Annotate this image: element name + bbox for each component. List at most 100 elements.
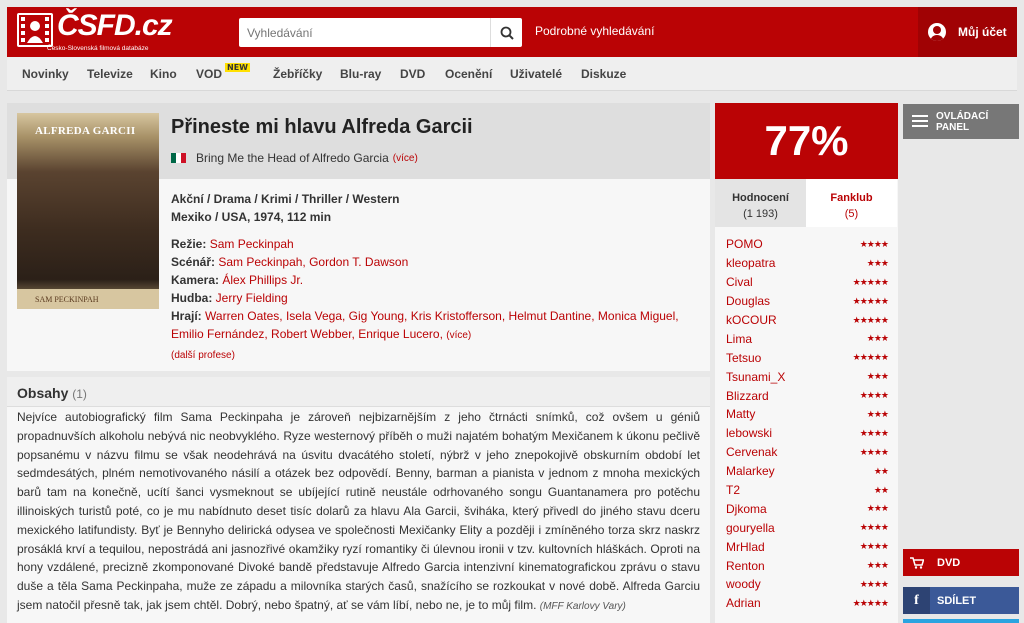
user-name[interactable]: Renton [726, 559, 765, 573]
tab-fanclub[interactable]: Fanklub (5) [806, 179, 897, 227]
star-rating-icon: ★★★★ [859, 238, 889, 249]
cast-more-link[interactable]: (více) [446, 330, 471, 341]
user-rating-row: lebowski ★★★★ [726, 424, 889, 443]
user-name[interactable]: Cervenak [726, 445, 777, 459]
nav-item-kino[interactable]: Kino [150, 67, 177, 81]
plot-body: Nejvíce autobiografický film Sama Peckin… [17, 410, 700, 612]
film-poster[interactable]: ALFREDA GARCII SAM PECKINPAH [17, 113, 159, 309]
mexico-flag-icon [171, 153, 186, 163]
nav-item-vod[interactable]: VOD [196, 67, 222, 81]
crew-writing-value[interactable]: Sam Peckinpah, Gordon T. Dawson [218, 255, 408, 269]
user-rating-row: Cival ★★★★★ [726, 273, 889, 292]
search-icon [500, 26, 514, 40]
tab-fanclub-count: (5) [844, 208, 859, 220]
twitter-button[interactable] [903, 619, 1019, 623]
crew-music-label: Hudba: [171, 291, 213, 305]
crew-music-value[interactable]: Jerry Fielding [216, 291, 288, 305]
user-rating-row: T2 ★★ [726, 481, 889, 500]
star-rating-icon: ★★★★ [859, 522, 889, 533]
user-rating-row: Malarkey ★★ [726, 462, 889, 481]
user-name[interactable]: Lima [726, 332, 752, 346]
star-rating-icon: ★★★ [866, 333, 889, 344]
cart-icon [903, 549, 930, 576]
more-professions-link[interactable]: (další profese) [171, 350, 235, 361]
site-header: ČSFD.cz Česko-Slovenská filmová databáze… [7, 7, 1017, 57]
crew-cast-label: Hrají: [171, 309, 202, 323]
user-rating-row: Blizzard ★★★★ [726, 386, 889, 405]
star-rating-icon: ★★★ [866, 560, 889, 571]
nav-item-uzivatele[interactable]: Uživatelé [510, 67, 562, 81]
film-crew: Režie: Sam Peckinpah Scénář: Sam Peckinp… [171, 235, 701, 365]
panel-label-1: OVLÁDACÍ [936, 111, 989, 122]
film-genres: Akční / Drama / Krimi / Thriller / Weste… [171, 192, 400, 206]
titles-more-link[interactable]: (více) [393, 153, 418, 164]
user-name[interactable]: Cival [726, 275, 753, 289]
search-input[interactable] [239, 18, 489, 47]
user-rating-row: Renton ★★★ [726, 556, 889, 575]
crew-writing: Scénář: Sam Peckinpah, Gordon T. Dawson [171, 253, 701, 271]
user-rating-row: gouryella ★★★★ [726, 518, 889, 537]
user-rating-row: woody ★★★★ [726, 575, 889, 594]
star-rating-icon: ★★★★★ [852, 352, 889, 363]
tab-ratings[interactable]: Hodnocení (1 193) [715, 179, 806, 227]
user-rating-row: MrHlad ★★★★ [726, 537, 889, 556]
tab-ratings-label: Hodnocení [732, 192, 789, 204]
user-name[interactable]: POMO [726, 237, 763, 251]
user-name[interactable]: lebowski [726, 426, 772, 440]
user-rating-row: Douglas ★★★★★ [726, 292, 889, 311]
plot-source[interactable]: (MFF Karlovy Vary) [540, 601, 626, 612]
user-name[interactable]: Adrian [726, 596, 761, 610]
user-name[interactable]: MrHlad [726, 540, 765, 554]
tab-fanclub-label: Fanklub [830, 192, 873, 204]
user-name[interactable]: Blizzard [726, 389, 769, 403]
nav-item-zebricky[interactable]: Žebříčky [273, 67, 322, 81]
control-panel-button[interactable]: OVLÁDACÍ PANEL [903, 104, 1019, 139]
nav-item-oceneni[interactable]: Ocenění [445, 67, 492, 81]
user-rating-row: kOCOUR ★★★★★ [726, 311, 889, 330]
share-label: SDÍLET [937, 594, 977, 607]
crew-cast: Hrají: Warren Oates, Isela Vega, Gig You… [171, 307, 701, 345]
tab-ratings-count: (1 193) [743, 208, 778, 220]
user-name[interactable]: T2 [726, 483, 740, 497]
account-button[interactable]: Můj účet [918, 7, 1017, 57]
crew-camera: Kamera: Álex Phillips Jr. [171, 271, 701, 289]
user-name[interactable]: kOCOUR [726, 313, 777, 327]
dvd-label: DVD [937, 556, 961, 569]
star-rating-icon: ★★★★ [859, 446, 889, 457]
plots-count: (1) [72, 387, 87, 401]
logo-subtitle: Česko-Slovenská filmová databáze [47, 45, 149, 52]
user-name[interactable]: woody [726, 577, 761, 591]
crew-directing-value[interactable]: Sam Peckinpah [210, 237, 294, 251]
user-name[interactable]: Djkoma [726, 502, 767, 516]
user-name[interactable]: Tetsuo [726, 351, 761, 365]
advanced-search-link[interactable]: Podrobné vyhledávání [535, 24, 654, 38]
user-name[interactable]: Matty [726, 407, 755, 421]
user-name[interactable]: Douglas [726, 294, 770, 308]
user-name[interactable]: kleopatra [726, 256, 775, 270]
film-origin: Mexiko / USA, 1974, 112 min [171, 210, 332, 224]
plots-section: Obsahy (1) Nejvíce autobiografický film … [7, 377, 710, 623]
site-logo[interactable]: ČSFD.cz Česko-Slovenská filmová databáze [17, 9, 187, 55]
user-name[interactable]: Malarkey [726, 464, 775, 478]
film-card: ALFREDA GARCII SAM PECKINPAH Přineste mi… [7, 103, 710, 371]
star-rating-icon: ★★★★★ [852, 295, 889, 306]
crew-camera-value[interactable]: Álex Phillips Jr. [222, 273, 303, 287]
account-label: Můj účet [958, 25, 1007, 39]
star-rating-icon: ★★ [873, 484, 889, 495]
star-rating-icon: ★★★ [866, 257, 889, 268]
crew-cast-value[interactable]: Warren Oates, Isela Vega, Gig Young, Kri… [171, 309, 679, 341]
star-rating-icon: ★★★★ [859, 427, 889, 438]
user-name[interactable]: gouryella [726, 521, 775, 535]
menu-icon [912, 115, 928, 127]
share-button[interactable]: f SDÍLET [903, 587, 1019, 614]
user-name[interactable]: Tsunami_X [726, 370, 785, 384]
search-button[interactable] [490, 18, 522, 47]
nav-item-diskuze[interactable]: Diskuze [581, 67, 626, 81]
dvd-button[interactable]: DVD [903, 549, 1019, 576]
nav-item-bluray[interactable]: Blu-ray [340, 67, 381, 81]
star-rating-icon: ★★★ [866, 408, 889, 419]
crew-camera-label: Kamera: [171, 273, 220, 287]
nav-item-televize[interactable]: Televize [87, 67, 133, 81]
nav-item-dvd[interactable]: DVD [400, 67, 425, 81]
nav-item-novinky[interactable]: Novinky [22, 67, 69, 81]
